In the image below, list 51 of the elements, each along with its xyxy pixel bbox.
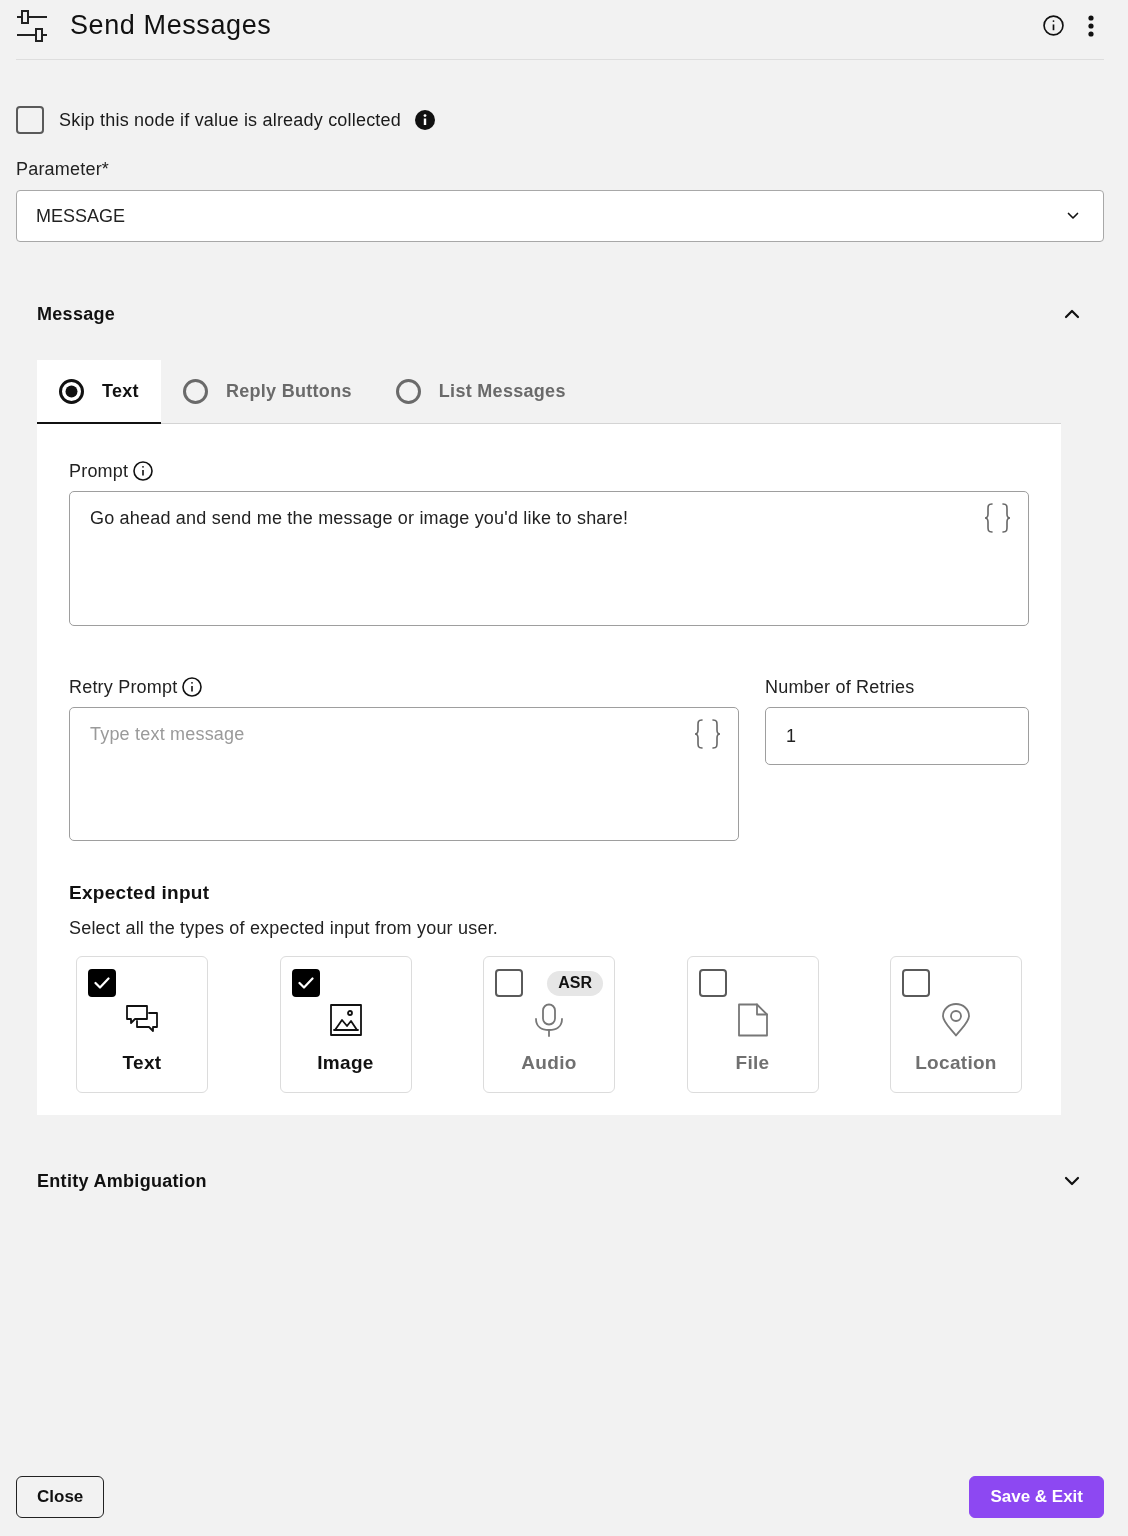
radio-icon: [182, 378, 208, 404]
checkbox[interactable]: [495, 969, 523, 997]
chevron-down-icon[interactable]: [1064, 1176, 1080, 1186]
field-label: Retry Prompt: [69, 676, 178, 698]
checkbox[interactable]: [902, 969, 930, 997]
info-icon[interactable]: [182, 677, 203, 697]
retries-field[interactable]: 1: [765, 707, 1029, 765]
input-type-card[interactable]: ASR Audio: [483, 956, 615, 1093]
file-icon: [735, 1003, 770, 1037]
page-title: Send Messages: [70, 10, 273, 41]
field-label: Prompt: [69, 460, 129, 482]
info-icon[interactable]: [415, 110, 435, 130]
curly-braces-icon[interactable]: [694, 719, 721, 749]
checkbox[interactable]: [698, 969, 727, 997]
info-icon[interactable]: [133, 461, 154, 481]
checkbox[interactable]: [16, 106, 44, 134]
input-type-card[interactable]: Text: [76, 956, 208, 1093]
parameter-select[interactable]: MESSAGE: [16, 190, 1104, 242]
radio-icon: [395, 378, 421, 404]
retry-prompt-field[interactable]: Type text message: [69, 707, 739, 841]
image-icon: [328, 1003, 363, 1037]
section-title: Entity Ambiguation: [37, 1170, 207, 1192]
tab[interactable]: Text: [37, 360, 161, 424]
node-icon: [16, 8, 48, 43]
section-subtitle: Expected input: [69, 882, 211, 904]
chevron-down-icon[interactable]: [1067, 212, 1079, 220]
info-icon[interactable]: [1043, 15, 1064, 36]
field-label: Number of Retries: [765, 676, 915, 698]
checkmark-icon: [94, 977, 110, 989]
feature-badge: ASR: [547, 970, 603, 996]
tab[interactable]: Reply Buttons: [160, 360, 374, 424]
tab[interactable]: List Messages: [373, 360, 588, 424]
prompt-field[interactable]: Go ahead and send me the message or image you'd like to share!: [69, 491, 1029, 626]
checkbox-label: Skip this node if value is already collected: [59, 109, 401, 131]
field-label: Parameter*: [16, 158, 110, 180]
description-text: Select all the types of expected input from your user.: [69, 918, 500, 939]
radio-selected-icon: [59, 378, 84, 404]
chevron-up-icon[interactable]: [1064, 309, 1080, 319]
save-button[interactable]: Save & Exit: [969, 1476, 1104, 1518]
location-pin-icon: [939, 1003, 973, 1037]
input-type-card[interactable]: Image: [279, 956, 412, 1093]
close-button[interactable]: Close: [16, 1476, 105, 1518]
more-options-icon[interactable]: [1088, 14, 1094, 37]
checkbox[interactable]: [291, 969, 320, 997]
curly-braces-icon[interactable]: [984, 503, 1011, 533]
input-type-card[interactable]: Location: [890, 956, 1022, 1093]
checkmark-icon: [297, 977, 314, 989]
input-type-card[interactable]: File: [686, 956, 819, 1093]
checkbox[interactable]: [88, 969, 116, 997]
microphone-icon: [532, 1003, 566, 1037]
section-title: Message: [37, 303, 116, 325]
